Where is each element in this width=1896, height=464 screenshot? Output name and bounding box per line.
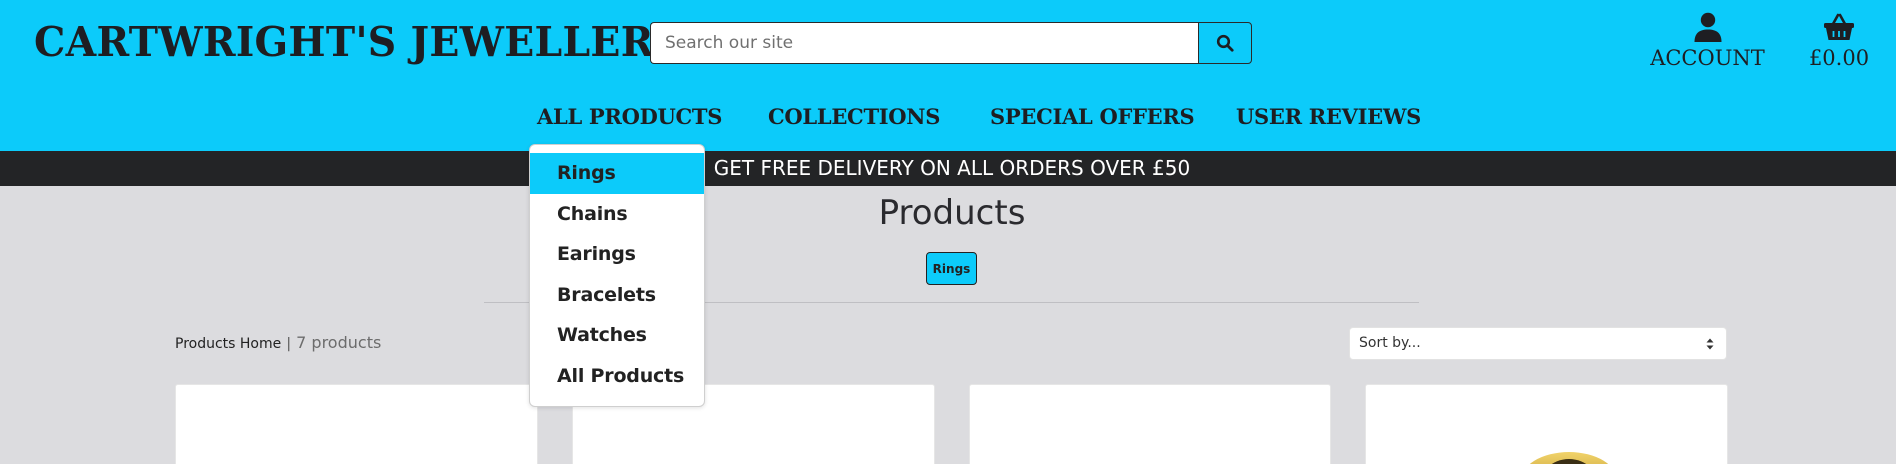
brand-logo[interactable]: CARTWRIGHT'S JEWELLERY xyxy=(34,18,681,66)
sort-arrows-icon xyxy=(1706,338,1714,350)
page-title: Products xyxy=(878,193,1026,233)
nav-all-products[interactable]: ALL PRODUCTS xyxy=(537,104,722,129)
product-count: 7 products xyxy=(296,333,382,352)
dropdown-item-chains[interactable]: Chains xyxy=(530,194,704,235)
product-card[interactable] xyxy=(175,384,538,464)
basket-link[interactable]: £0.00 xyxy=(1800,12,1878,70)
nav-user-reviews[interactable]: USER REVIEWS xyxy=(1236,104,1421,129)
sort-select-value: Sort by... xyxy=(1359,335,1421,351)
breadcrumb-separator: | xyxy=(286,336,292,352)
sort-select[interactable]: Sort by... xyxy=(1349,327,1727,360)
basket-total: £0.00 xyxy=(1808,46,1870,70)
product-card[interactable] xyxy=(1365,384,1728,464)
products-home-link[interactable]: Products Home xyxy=(175,336,281,352)
dropdown-item-bracelets[interactable]: Bracelets xyxy=(530,275,704,316)
search-icon xyxy=(1216,34,1234,52)
basket-icon xyxy=(1800,12,1878,44)
all-products-dropdown-menu: Rings Chains Earings Bracelets Watches A… xyxy=(529,144,705,407)
search-form xyxy=(650,22,1252,64)
category-tag-rings[interactable]: Rings xyxy=(926,252,977,285)
search-input[interactable] xyxy=(650,22,1198,64)
delivery-banner: GET FREE DELIVERY ON ALL ORDERS OVER £50 xyxy=(0,151,1896,186)
product-count-line: Products Home | 7 products xyxy=(175,333,381,352)
search-button[interactable] xyxy=(1198,22,1252,64)
dropdown-item-rings[interactable]: Rings xyxy=(530,153,704,194)
dropdown-item-watches[interactable]: Watches xyxy=(530,315,704,356)
account-link[interactable]: ACCOUNT xyxy=(1650,12,1765,70)
user-icon xyxy=(1650,12,1765,44)
nav-special-offers[interactable]: SPECIAL OFFERS xyxy=(990,104,1195,129)
account-label: ACCOUNT xyxy=(1650,46,1765,70)
product-card[interactable] xyxy=(969,384,1331,464)
dropdown-item-earings[interactable]: Earings xyxy=(530,234,704,275)
nav-collections[interactable]: COLLECTIONS xyxy=(768,104,940,129)
dropdown-item-all-products[interactable]: All Products xyxy=(530,356,704,397)
site-header: CARTWRIGHT'S JEWELLERY ACCOUNT xyxy=(0,0,1896,151)
